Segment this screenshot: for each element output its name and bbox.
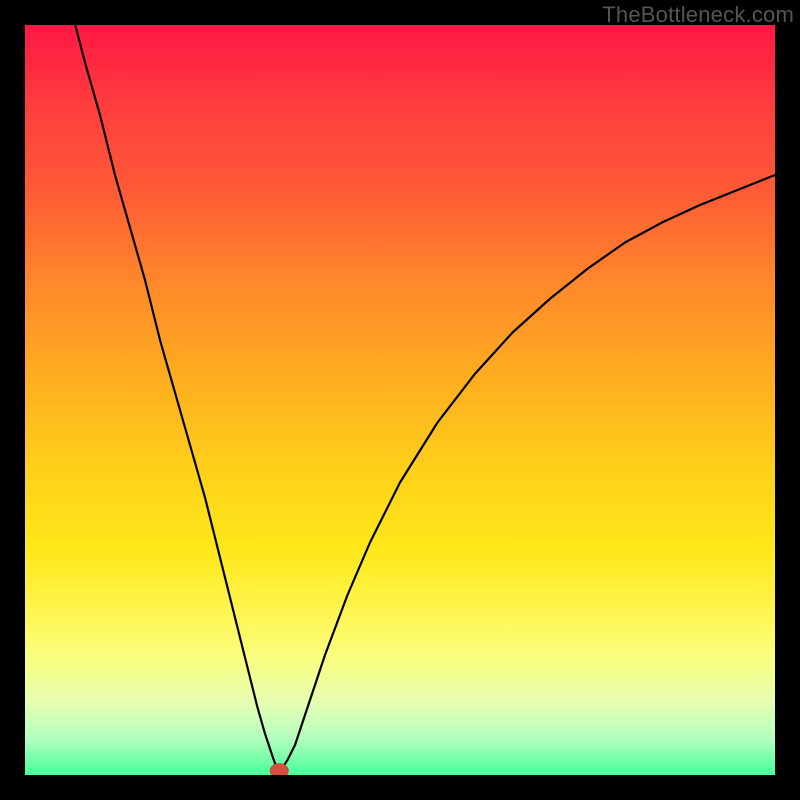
minimum-marker (270, 764, 288, 775)
chart-svg (25, 25, 775, 775)
bottleneck-curve (75, 25, 775, 769)
